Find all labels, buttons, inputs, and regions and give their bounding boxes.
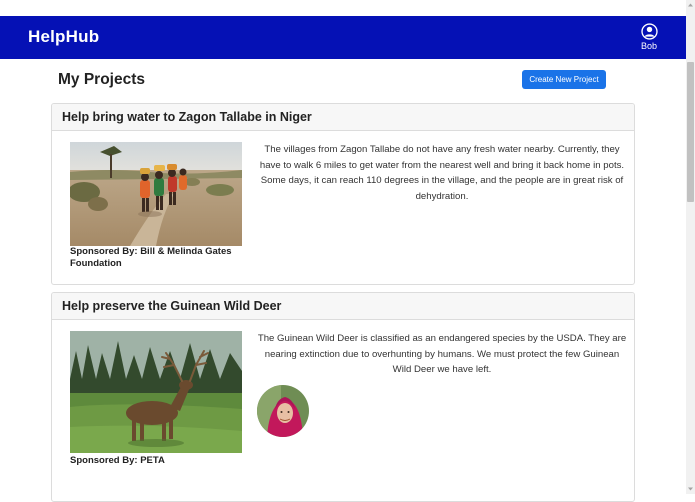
- card-header: Help preserve the Guinean Wild Deer: [52, 293, 634, 320]
- sponsor-text: Sponsored By: PETA: [70, 455, 165, 466]
- user-menu[interactable]: Bob: [636, 23, 662, 51]
- project-card[interactable]: Help preserve the Guinean Wild Deer Spon…: [51, 292, 635, 502]
- project-card[interactable]: Help bring water to Zagon Tallabe in Nig…: [51, 103, 635, 285]
- scroll-down-arrow-icon[interactable]: [686, 484, 695, 494]
- scroll-thumb[interactable]: [687, 62, 694, 202]
- user-name: Bob: [640, 41, 657, 51]
- page-title: My Projects: [58, 71, 146, 88]
- member-avatar-photo[interactable]: [257, 385, 309, 437]
- wild-deer-photo: [70, 331, 242, 453]
- create-new-project-button[interactable]: Create New Project: [522, 70, 606, 89]
- card-header: Help bring water to Zagon Tallabe in Nig…: [52, 104, 634, 131]
- project-title[interactable]: Help preserve the Guinean Wild Deer: [62, 293, 634, 320]
- page-scrollbar[interactable]: [686, 0, 695, 494]
- sponsor-text: Sponsored By: Bill & Melinda Gates Found…: [70, 246, 232, 269]
- navbar: HelpHub Bob: [0, 16, 686, 59]
- window-top-strip: [0, 0, 686, 16]
- user-circle-icon: [640, 23, 658, 40]
- scroll-up-arrow-icon[interactable]: [686, 0, 695, 10]
- project-title[interactable]: Help bring water to Zagon Tallabe in Nig…: [62, 104, 634, 131]
- project-description: The villages from Zagon Tallabe do not h…: [259, 144, 625, 202]
- project-description: The Guinean Wild Deer is classified as a…: [257, 333, 627, 376]
- brand-logo[interactable]: HelpHub: [28, 27, 99, 47]
- children-carrying-water-photo: [70, 142, 242, 246]
